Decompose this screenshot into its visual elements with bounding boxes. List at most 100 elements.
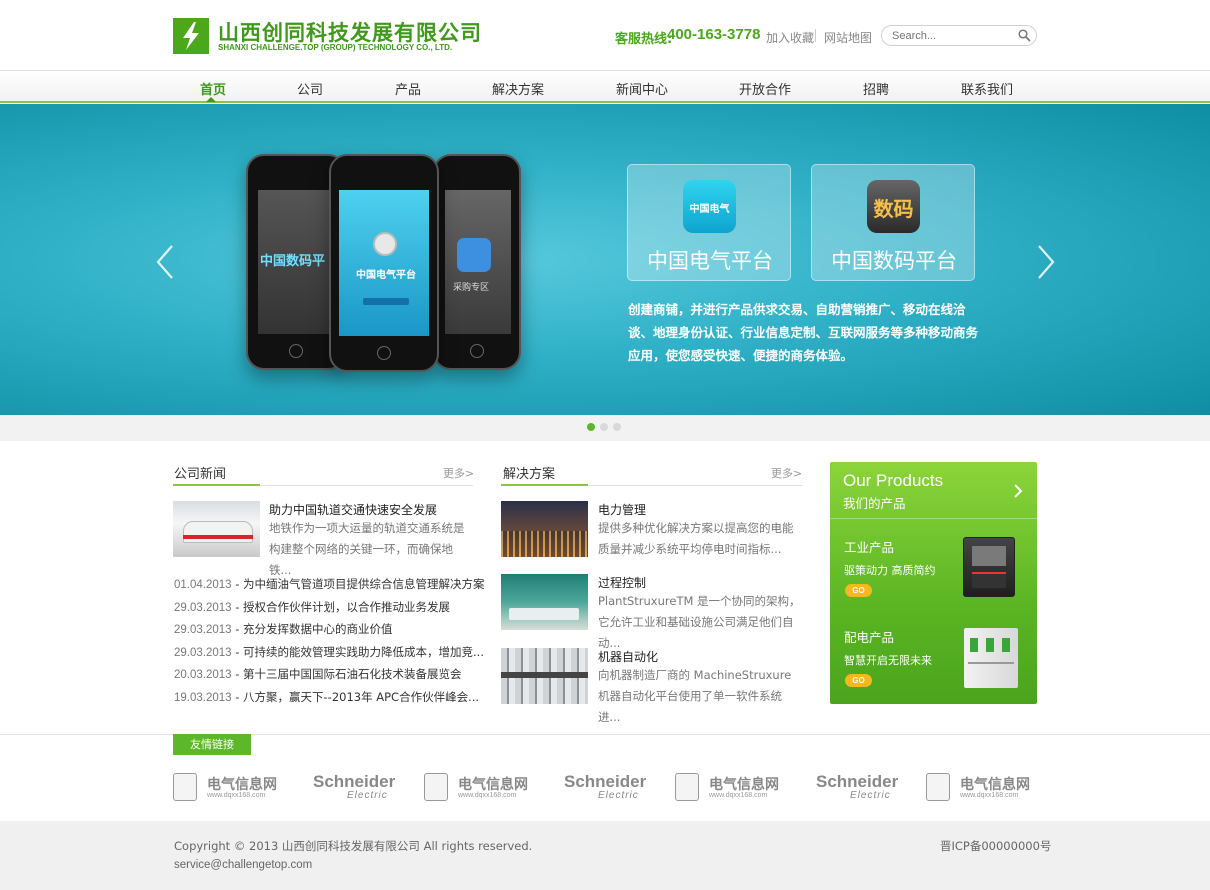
- copyright-text: Copyright © 2013 山西创同科技发展有限公司 All rights…: [174, 839, 533, 853]
- news-title: - 授权合作伙伴计划，以合作推动业务发展: [231, 600, 451, 614]
- nav-item-company[interactable]: 公司: [297, 79, 323, 98]
- circuit-breaker-image[interactable]: [964, 628, 1018, 688]
- chevron-right-icon[interactable]: [1014, 484, 1023, 503]
- dqxx-logo-icon: [173, 773, 197, 801]
- section-underline: [501, 484, 588, 486]
- solution-title[interactable]: 过程控制: [598, 574, 646, 591]
- product-name[interactable]: 工业产品: [844, 537, 894, 556]
- solution-desc: 向机器制造厂商的 MachineStruxure 机器自动化平台使用了单一软件系…: [598, 668, 792, 724]
- partner-name: 电气信息网: [960, 777, 1030, 793]
- tile-digital-platform[interactable]: 数码 中国数码平台: [811, 164, 975, 281]
- solution-thumbnail[interactable]: [501, 574, 588, 630]
- product-slogan: 驱策动力 高质简约: [844, 564, 936, 577]
- list-item[interactable]: 20.03.2013 - 第十三届中国国际石油石化技术装备展览会: [174, 666, 462, 682]
- news-title: - 为中缅油气管道项目提供综合信息管理解决方案: [231, 577, 485, 591]
- solution-desc: PlantStruxureTM 是一个协同的架构，它允许工业和基础设施公司满足他…: [598, 594, 801, 650]
- solutions-more-link[interactable]: 更多>: [771, 465, 802, 481]
- breaker-line: [968, 662, 1014, 664]
- slide-dot-2[interactable]: [600, 423, 608, 431]
- hotline-number: 400-163-3778: [667, 26, 761, 43]
- email-link[interactable]: service@challengetop.com: [174, 859, 312, 871]
- phone-screen-text: 中国数码平: [260, 254, 326, 269]
- logo-icon[interactable]: [173, 18, 209, 54]
- footer: Copyright © 2013 山西创同科技发展有限公司 All rights…: [0, 821, 1210, 890]
- partner-url: www.dqxx168.com: [960, 792, 1019, 799]
- nav-item-contact[interactable]: 联系我们: [961, 79, 1013, 98]
- keypad: [972, 572, 1006, 588]
- go-button[interactable]: GO: [845, 584, 872, 597]
- solution-thumbnail[interactable]: [501, 501, 588, 557]
- switch-green: [1002, 638, 1010, 652]
- search-icon[interactable]: [1018, 29, 1031, 47]
- city-lights: [501, 531, 588, 557]
- main-nav: 首页 公司 产品 解决方案 新闻中心 开放合作 招聘 联系我们: [0, 70, 1210, 103]
- nav-item-solutions[interactable]: 解决方案: [492, 79, 544, 98]
- login-bar: [363, 298, 409, 305]
- products-title-en: Our Products: [843, 471, 944, 490]
- divider: [815, 29, 816, 42]
- nav-item-news[interactable]: 新闻中心: [616, 79, 668, 98]
- home-button-icon: [377, 346, 391, 360]
- header: 山西创同科技发展有限公司 SHANXI CHALLENGE.TOP (GROUP…: [0, 0, 1210, 70]
- product-name[interactable]: 配电产品: [844, 627, 894, 646]
- solutions-section-title: 解决方案: [503, 467, 556, 482]
- hotline-label: 客服热线:: [615, 32, 673, 47]
- phone-screen-text: 采购专区: [453, 283, 490, 293]
- partner-sub: Electric: [850, 790, 891, 801]
- bookmark-link[interactable]: 加入收藏: [766, 29, 814, 46]
- phone-screen-text: 中国电气平台: [356, 270, 416, 281]
- go-button[interactable]: GO: [845, 674, 872, 687]
- news-date: 29.03.2013: [174, 647, 232, 659]
- slide-dot-1[interactable]: [587, 423, 595, 431]
- solution-thumbnail[interactable]: [501, 648, 588, 704]
- phone-center: 中国电气平台: [329, 154, 439, 372]
- nav-item-jobs[interactable]: 招聘: [863, 79, 889, 98]
- solution-title[interactable]: 机器自动化: [598, 648, 658, 665]
- next-slide-arrow-icon[interactable]: [1036, 244, 1056, 285]
- industrial-drive-image[interactable]: [963, 537, 1015, 597]
- switch-green: [970, 638, 978, 652]
- friend-links-tab: 友情链接: [173, 734, 251, 755]
- dqxx-logo-icon: [424, 773, 448, 801]
- nav-item-home[interactable]: 首页: [200, 79, 226, 98]
- nav-item-cooperation[interactable]: 开放合作: [739, 79, 791, 98]
- partner-name: Schneider: [313, 772, 396, 791]
- list-item[interactable]: 29.03.2013 - 充分发挥数据中心的商业价值: [174, 621, 393, 637]
- partner-sub: Electric: [347, 790, 388, 801]
- sitemap-link[interactable]: 网站地图: [824, 29, 872, 46]
- phone-right: 采购专区: [433, 154, 521, 370]
- products-panel: Our Products 我们的产品 工业产品 驱策动力 高质简约 GO 配电产…: [830, 462, 1037, 704]
- divider: [830, 518, 1037, 519]
- news-more-link[interactable]: 更多>: [443, 465, 474, 481]
- home-button-icon: [470, 344, 484, 358]
- news-thumbnail[interactable]: [173, 501, 260, 557]
- news-section-title: 公司新闻: [174, 467, 227, 482]
- list-item[interactable]: 29.03.2013 - 授权合作伙伴计划，以合作推动业务发展: [174, 599, 450, 615]
- home-button-icon: [289, 344, 303, 358]
- train-shape: [183, 521, 253, 543]
- nav-item-products[interactable]: 产品: [395, 79, 421, 98]
- products-title-cn: 我们的产品: [843, 496, 906, 511]
- dqxx-logo-icon: [926, 773, 950, 801]
- solution-title[interactable]: 电力管理: [598, 501, 646, 518]
- tile-electric-platform[interactable]: 中国电气 中国电气平台: [627, 164, 791, 281]
- page: 山西创同科技发展有限公司 SHANXI CHALLENGE.TOP (GROUP…: [0, 0, 1210, 890]
- search-input[interactable]: [892, 28, 1010, 43]
- partner-name: 电气信息网: [458, 777, 528, 793]
- list-item[interactable]: 01.04.2013 - 为中缅油气管道项目提供综合信息管理解决方案: [174, 576, 485, 592]
- partner-name: 电气信息网: [207, 777, 277, 793]
- list-item[interactable]: 29.03.2013 - 可持续的能效管理实践助力降低成本，增加竞...: [174, 644, 484, 660]
- list-item[interactable]: 19.03.2013 - 八方聚，赢天下--2013年 APC合作伙伴峰会...: [174, 689, 479, 705]
- icon-label: 数码: [873, 197, 914, 221]
- icp-number[interactable]: 晋ICP备00000000号: [940, 838, 1051, 854]
- prev-slide-arrow-icon[interactable]: [155, 244, 175, 285]
- news-title: - 可持续的能效管理实践助力降低成本，增加竞...: [231, 645, 484, 659]
- news-title: - 第十三届中国国际石油石化技术装备展览会: [231, 667, 462, 681]
- featured-news-title[interactable]: 助力中国轨道交通快速安全发展: [269, 501, 437, 518]
- news-date: 20.03.2013: [174, 669, 232, 681]
- tile-label: 中国数码平台: [831, 249, 957, 273]
- tile-label: 中国电气平台: [647, 249, 773, 273]
- slide-dot-3[interactable]: [613, 423, 621, 431]
- product-slogan: 智慧开启无限未来: [844, 654, 932, 667]
- active-nav-indicator: [206, 97, 216, 102]
